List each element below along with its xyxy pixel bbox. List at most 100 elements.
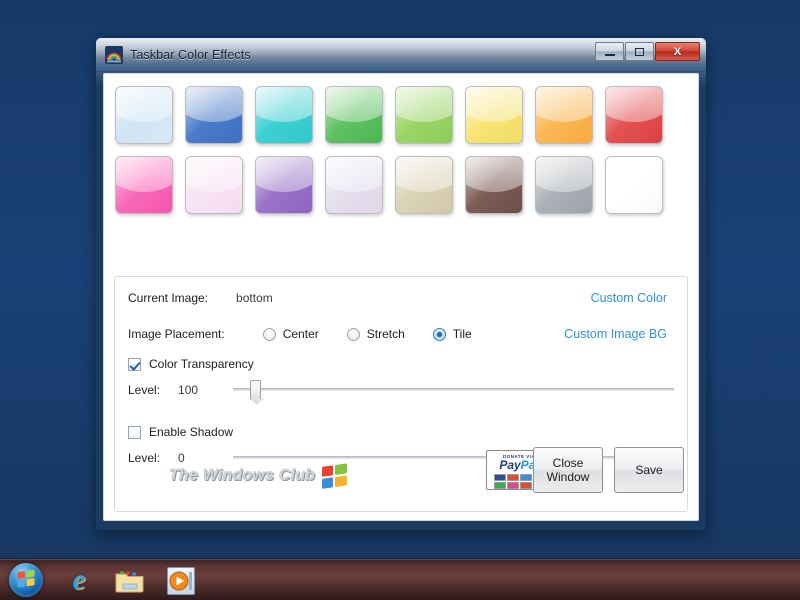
checkbox-checked-icon	[128, 357, 141, 371]
swatch-gloss-highlight	[536, 157, 592, 193]
swatch-lavender[interactable]	[325, 156, 383, 214]
enable-shadow-checkbox[interactable]: Enable Shadow	[128, 425, 233, 439]
radio-stretch-indicator	[346, 327, 360, 341]
swatch-gloss-highlight	[256, 87, 312, 123]
swatch-gloss-highlight	[466, 87, 522, 123]
enable-shadow-row: Enable Shadow	[128, 425, 233, 439]
card-six-icon	[519, 482, 532, 489]
custom-image-bg-link[interactable]: Custom Image BG	[564, 327, 667, 341]
swatch-gloss-highlight	[536, 87, 592, 123]
minimize-button[interactable]	[595, 42, 624, 61]
swatch-gloss-highlight	[466, 157, 522, 193]
swatch-row-2	[115, 156, 687, 214]
swatch-gloss-highlight	[256, 157, 312, 193]
swatch-green[interactable]	[325, 86, 383, 144]
shadow-slider-track[interactable]	[233, 456, 674, 459]
image-placement-label: Image Placement:	[128, 327, 225, 341]
custom-color-link[interactable]: Custom Color	[591, 291, 667, 305]
swatch-gloss-highlight	[396, 157, 452, 193]
color-transparency-label: Color Transparency	[149, 357, 254, 371]
radio-tile-label: Tile	[452, 327, 472, 341]
swatch-orange[interactable]	[535, 86, 593, 144]
window-caption-buttons: X	[594, 42, 700, 61]
folder-glyph	[115, 571, 144, 592]
paypal-pay-text: Pay	[499, 458, 521, 472]
card-echeck-icon	[493, 482, 506, 489]
swatch-row-1	[115, 86, 687, 144]
card-visa-icon	[493, 474, 506, 481]
desktop: Taskbar Color Effects X Current Image: b…	[0, 0, 800, 600]
brand-text: The Windows Club	[169, 467, 316, 484]
minimize-icon	[604, 53, 615, 56]
swatch-blue[interactable]	[185, 86, 243, 144]
swatch-pale-pink[interactable]	[185, 156, 243, 214]
rainbow-arc-icon	[105, 45, 123, 64]
swatch-turquoise[interactable]	[255, 86, 313, 144]
current-image-row: Current Image: bottom	[128, 291, 273, 305]
radio-center-indicator	[262, 327, 276, 341]
transparency-slider[interactable]	[233, 379, 674, 400]
color-transparency-checkbox[interactable]: Color Transparency	[128, 357, 254, 371]
radio-center-label: Center	[282, 327, 319, 341]
transparency-slider-thumb[interactable]	[250, 380, 262, 400]
maximize-icon	[635, 47, 644, 56]
transparency-level-label: Level:	[128, 383, 161, 397]
swatch-white[interactable]	[605, 156, 663, 214]
swatch-light-green[interactable]	[395, 86, 453, 144]
swatch-gloss-highlight	[606, 87, 662, 123]
swatch-gloss-highlight	[116, 157, 172, 193]
close-window-button[interactable]: Close Window	[533, 447, 603, 493]
card-five-icon	[506, 482, 519, 489]
swatch-red[interactable]	[605, 86, 663, 144]
maximize-button[interactable]	[625, 42, 654, 61]
swatch-magenta[interactable]	[115, 156, 173, 214]
radio-stretch[interactable]: Stretch	[346, 327, 405, 341]
custom-image-bg-row: Custom Image BG	[564, 327, 667, 341]
transparency-level-value: 100	[178, 383, 199, 397]
window-title: Taskbar Color Effects	[130, 47, 251, 62]
swatch-gloss-highlight	[116, 87, 172, 123]
swatch-khaki[interactable]	[395, 156, 453, 214]
save-button[interactable]: Save	[614, 447, 684, 493]
internet-explorer-icon[interactable]: e	[63, 562, 95, 596]
swatch-gloss-highlight	[606, 157, 662, 193]
swatch-pale-blue[interactable]	[115, 86, 173, 144]
swatch-gloss-highlight	[186, 157, 242, 193]
swatch-gloss-highlight	[396, 87, 452, 123]
radio-stretch-label: Stretch	[366, 327, 405, 341]
options-groupbox: Current Image: bottom Custom Color Image…	[114, 276, 688, 512]
card-amex-icon	[519, 474, 532, 481]
swatch-gloss-highlight	[326, 157, 382, 193]
image-placement-row: Image Placement: Center Stretch Tile	[128, 327, 472, 341]
start-button[interactable]	[9, 562, 43, 597]
radio-center[interactable]: Center	[262, 327, 319, 341]
color-transparency-row: Color Transparency	[128, 357, 254, 371]
application-window: Taskbar Color Effects X Current Image: b…	[96, 38, 706, 530]
wmp-glyph	[167, 566, 195, 595]
shadow-level-label: Level:	[128, 451, 161, 465]
ie-glyph: e	[72, 562, 86, 596]
taskbar[interactable]: e	[0, 558, 800, 600]
swatch-gloss-highlight	[186, 87, 242, 123]
swatch-gloss-highlight	[326, 87, 382, 123]
card-mastercard-icon	[506, 474, 519, 481]
radio-tile-indicator	[432, 327, 446, 341]
close-icon: X	[673, 45, 682, 58]
file-explorer-icon[interactable]	[115, 564, 147, 596]
custom-color-row: Custom Color	[591, 291, 667, 305]
color-swatch-grid	[104, 74, 698, 230]
windows-flag-icon	[321, 463, 349, 489]
windows-media-player-icon[interactable]	[167, 564, 199, 596]
window-titlebar[interactable]: Taskbar Color Effects X	[96, 38, 706, 72]
close-button[interactable]: X	[655, 42, 700, 61]
swatch-purple[interactable]	[255, 156, 313, 214]
swatch-yellow[interactable]	[465, 86, 523, 144]
transparency-level-row: Level: 100	[128, 383, 198, 397]
transparency-slider-track[interactable]	[233, 388, 674, 391]
swatch-brown[interactable]	[465, 156, 523, 214]
swatch-gray[interactable]	[535, 156, 593, 214]
enable-shadow-label: Enable Shadow	[149, 425, 234, 439]
window-client-area: Current Image: bottom Custom Color Image…	[103, 73, 699, 521]
radio-tile[interactable]: Tile	[432, 327, 472, 341]
current-image-value: bottom	[236, 291, 273, 305]
